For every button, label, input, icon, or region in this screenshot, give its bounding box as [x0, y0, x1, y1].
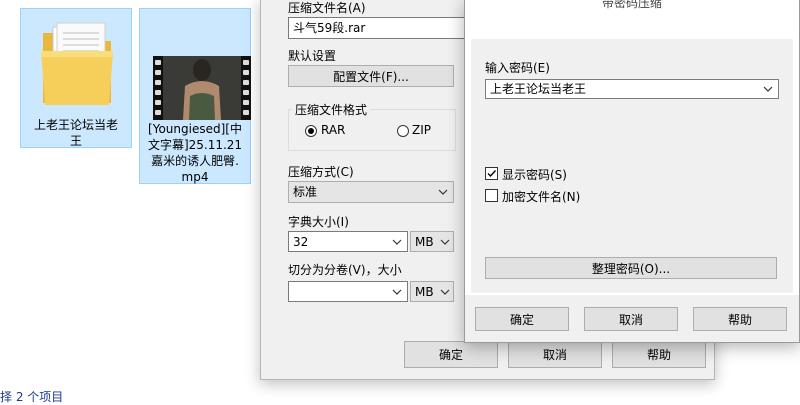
file-tile-video[interactable]: [Youngiesed][中 文字幕]25.11.21 嘉米的诱人肥臀. mp4 [139, 8, 251, 184]
encrypt-filenames-checkbox[interactable] [485, 189, 498, 202]
format-rar-label: RAR [321, 123, 346, 137]
file-name-line: 王 [69, 134, 82, 148]
split-unit-value: MB [415, 285, 434, 299]
dict-size-label: 字典大小(I) [288, 215, 349, 229]
method-label: 压缩方式(C) [288, 165, 354, 179]
dict-unit-value: MB [415, 235, 434, 249]
status-bar-selection: 择 2 个项目 [0, 390, 64, 404]
dialog-title-text: 带密码压缩 [601, 0, 662, 10]
chevron-down-icon [439, 282, 451, 301]
format-group-title: 压缩文件格式 [292, 101, 371, 118]
dict-size-select[interactable]: 32 [288, 231, 408, 252]
format-rar-radio[interactable] [305, 125, 317, 137]
password-input[interactable]: 上老王论坛当老王 [485, 79, 779, 99]
organize-passwords-button[interactable]: 整理密码(O)... [485, 257, 777, 279]
folder-icon [41, 22, 113, 105]
file-name-line: [Youngiesed][中 [148, 122, 242, 136]
password-dialog-title: 带密码压缩 [465, 0, 799, 35]
chevron-down-icon [391, 232, 403, 251]
help-button[interactable]: 帮助 [693, 307, 787, 331]
archive-name-label: 压缩文件名(A) [288, 1, 366, 15]
chevron-down-icon [762, 80, 774, 98]
chevron-down-icon [439, 232, 451, 251]
profiles-button[interactable]: 配置文件(F)... [288, 65, 454, 87]
format-zip-label: ZIP [412, 123, 431, 137]
file-tile-folder[interactable]: 上老王论坛当老 王 [20, 8, 132, 148]
video-thumbnail-icon [153, 56, 251, 120]
file-name: 上老王论坛当老 王 [21, 117, 131, 149]
password-dialog-body: 输入密码(E) 上老王论坛当老王 显示密码(S) 加密文件名(N) 整理密码(O… [471, 39, 793, 293]
cancel-button[interactable]: 取消 [584, 307, 678, 331]
file-name-line: mp4 [181, 170, 209, 184]
method-select[interactable]: 标准 [288, 181, 454, 203]
password-dialog: 带密码压缩 输入密码(E) 上老王论坛当老王 显示密码(S) 加密文件名(N) … [464, 0, 800, 343]
ok-button[interactable]: 确定 [404, 341, 498, 368]
split-volumes-label: 切分为分卷(V)，大小 [288, 263, 402, 277]
default-settings-label: 默认设置 [288, 49, 337, 63]
dict-size-value: 32 [293, 235, 309, 249]
show-password-label: 显示密码(S) [502, 168, 567, 182]
chevron-down-icon [437, 182, 449, 202]
file-name-line: 文字幕]25.11.21 [147, 138, 243, 152]
checkmark-icon [487, 170, 497, 178]
ok-button[interactable]: 确定 [475, 307, 569, 331]
password-dialog-footer: 确定 取消 帮助 [465, 295, 799, 342]
encrypt-filenames-label: 加密文件名(N) [502, 190, 581, 204]
chevron-down-icon [391, 282, 403, 301]
password-value: 上老王论坛当老王 [490, 82, 587, 96]
file-name-line: 上老王论坛当老 [33, 118, 118, 132]
file-name-line: 嘉米的诱人肥臀. [151, 154, 239, 168]
split-unit-select[interactable]: MB [410, 281, 454, 302]
help-button[interactable]: 帮助 [612, 341, 706, 368]
method-value: 标准 [293, 185, 318, 199]
enter-password-label: 输入密码(E) [485, 61, 550, 75]
cancel-button[interactable]: 取消 [508, 341, 602, 368]
file-name: [Youngiesed][中 文字幕]25.11.21 嘉米的诱人肥臀. mp4 [140, 121, 250, 185]
split-size-select[interactable] [288, 281, 408, 302]
archive-name-input[interactable]: 斗气59段.rar [288, 17, 473, 39]
dict-unit-select[interactable]: MB [410, 231, 454, 252]
show-password-checkbox[interactable] [485, 167, 498, 180]
format-zip-radio[interactable] [397, 125, 409, 137]
